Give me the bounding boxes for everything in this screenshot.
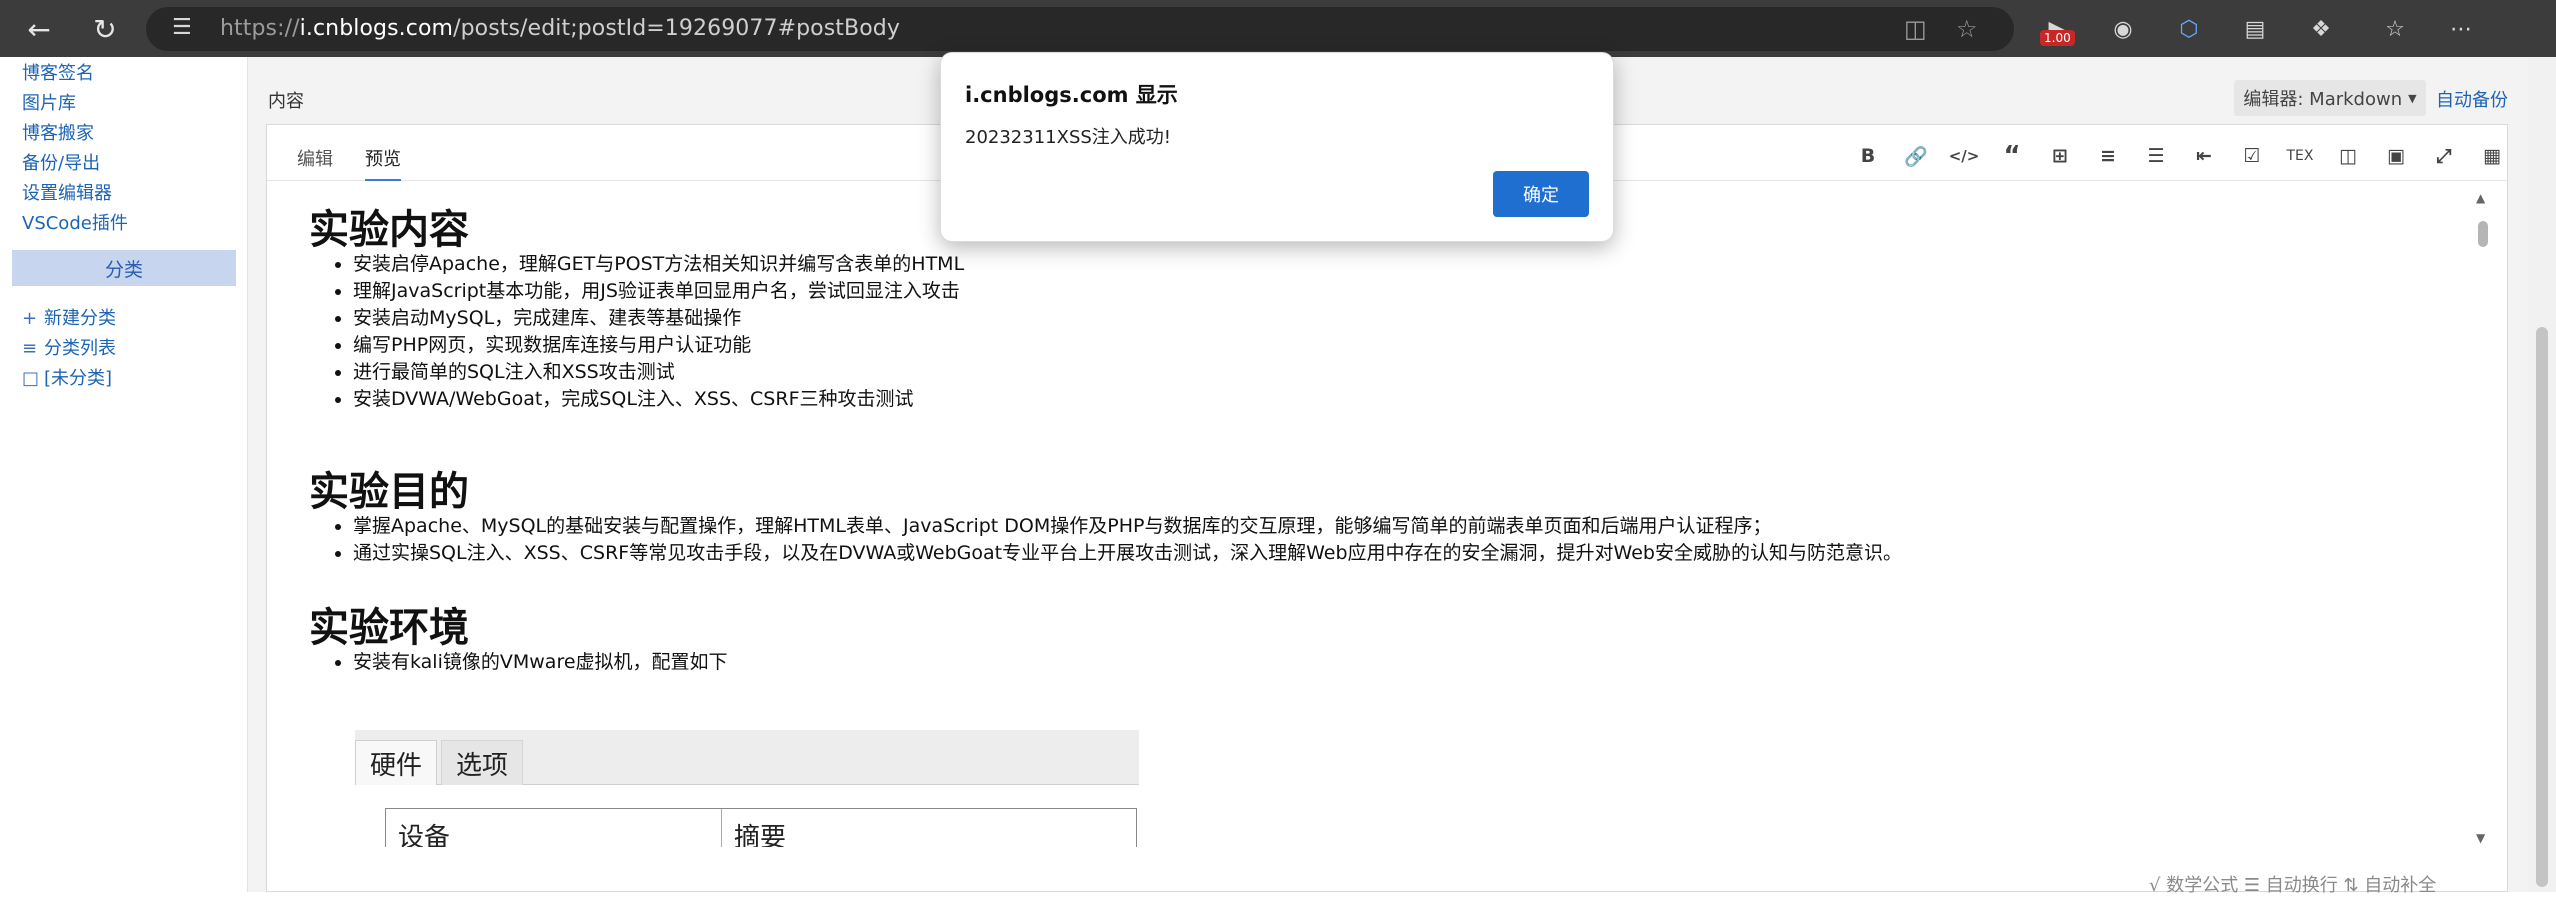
section-heading: 实验环境 — [309, 605, 469, 651]
favorites-icon[interactable]: ☆ — [2378, 12, 2412, 46]
back-arrow-icon[interactable]: ← — [18, 8, 60, 50]
list-item: 安装DVWA/WebGoat，完成SQL注入、XSS、CSRF三种攻击测试 — [353, 386, 964, 413]
extension-hex-icon[interactable]: ⬡ — [2172, 12, 2206, 46]
table-icon[interactable]: ⊞ — [2045, 141, 2075, 171]
sidebar-item-blog-signature[interactable]: 博客签名 — [22, 59, 94, 85]
dialog-title: i.cnblogs.com 显示 — [965, 83, 1178, 107]
uncategorized-link[interactable]: □ [未分类] — [22, 364, 112, 390]
sidebar-item-editor-settings[interactable]: 设置编辑器 — [22, 179, 112, 205]
preview-scroll-thumb[interactable] — [2478, 221, 2488, 247]
bold-icon[interactable]: B — [1853, 141, 1883, 171]
sidebar-item-backup-export[interactable]: 备份/导出 — [22, 149, 100, 175]
outdent-icon[interactable]: ⇤ — [2189, 141, 2219, 171]
category-header: 分类 — [12, 250, 236, 286]
purpose-list: 掌握Apache、MySQL的基础安装与配置操作，理解HTML表单、JavaSc… — [309, 513, 1902, 567]
chevron-down-icon: ▼ — [2408, 91, 2417, 105]
vm-settings-screenshot: 硬件 选项 设备 摘要 — [355, 730, 1139, 847]
editor-footer: √ 数学公式 ☰ 自动换行 ⇅ 自动补全 — [2149, 875, 2437, 896]
list-item: 安装启动MySQL，完成建库、建表等基础操作 — [353, 305, 964, 332]
list-item: 通过实操SQL注入、XSS、CSRF等常见攻击手段，以及在DVWA或WebGoa… — [353, 540, 1902, 567]
column-header-device: 设备 — [398, 823, 451, 847]
fullscreen-icon[interactable]: ⤢ — [2429, 141, 2459, 171]
save-icon[interactable]: ▣ — [2381, 141, 2411, 171]
image-icon[interactable]: ▦ — [2477, 141, 2507, 171]
category-list-link[interactable]: ≡ 分类列表 — [22, 334, 116, 360]
vm-settings-tabs: 硬件 选项 — [355, 730, 1139, 785]
extension-badge: 1.00 — [2040, 30, 2075, 46]
list-item: 安装有kali镜像的VMware虚拟机，配置如下 — [353, 649, 728, 676]
vm-device-table: 设备 摘要 — [385, 808, 1137, 847]
url-text: https://i.cnblogs.com/posts/edit;postId=… — [220, 16, 900, 41]
quote-icon[interactable]: “ — [1997, 141, 2027, 171]
tab-preview[interactable]: 预览 — [365, 145, 401, 181]
address-bar[interactable]: ☰ https://i.cnblogs.com/posts/edit;postI… — [146, 7, 2014, 51]
favorite-star-icon[interactable]: ☆ — [1956, 15, 1978, 43]
bullet-list-icon[interactable]: ≡ — [2093, 141, 2123, 171]
dialog-message: 20232311XSS注入成功! — [965, 127, 1172, 148]
list-item: 编写PHP网页，实现数据库连接与用户认证功能 — [353, 332, 964, 359]
section-heading: 实验内容 — [309, 207, 469, 253]
page-scroll-thumb[interactable] — [2536, 327, 2548, 887]
columns-icon[interactable]: ◫ — [2333, 141, 2363, 171]
list-item: 安装启停Apache，理解GET与POST方法相关知识并编写含表单的HTML — [353, 251, 964, 278]
site-info-icon[interactable]: ☰ — [172, 15, 192, 40]
sidebar-item-vscode-plugin[interactable]: VSCode插件 — [22, 209, 128, 235]
list-item: 理解JavaScript基本功能，用JS验证表单回显用户名，尝试回显注入攻击 — [353, 278, 964, 305]
environment-list: 安装有kali镜像的VMware虚拟机，配置如下 — [309, 649, 728, 676]
extension-owl-icon[interactable]: ◉ — [2106, 12, 2140, 46]
scroll-up-icon[interactable]: ▲ — [2476, 191, 2485, 205]
scroll-down-icon[interactable]: ▼ — [2476, 831, 2485, 845]
extensions-puzzle-icon[interactable]: ❖ — [2304, 12, 2338, 46]
editor-type-dropdown[interactable]: 编辑器: Markdown ▼ — [2234, 80, 2426, 116]
numbered-list-icon[interactable]: ☰ — [2141, 141, 2171, 171]
tab-edit[interactable]: 编辑 — [297, 145, 333, 171]
extension-mask-icon[interactable]: ▤ — [2238, 12, 2272, 46]
section-heading: 实验目的 — [309, 469, 469, 515]
sidebar-item-blog-migration[interactable]: 博客搬家 — [22, 119, 94, 145]
reload-icon[interactable]: ↻ — [84, 8, 126, 50]
page-scrollbar[interactable] — [2528, 57, 2556, 892]
vm-tab-options: 选项 — [441, 740, 524, 785]
link-icon[interactable]: 🔗 — [1901, 141, 1931, 171]
more-menu-icon[interactable]: ⋯ — [2444, 12, 2478, 46]
plus-icon: + — [22, 308, 38, 329]
tex-icon[interactable]: TEX — [2285, 141, 2315, 171]
code-icon[interactable]: </> — [1949, 141, 1980, 171]
content-list: 安装启停Apache，理解GET与POST方法相关知识并编写含表单的HTML 理… — [309, 251, 964, 413]
split-screen-icon[interactable]: ◫ — [1904, 15, 1927, 43]
folder-icon: □ — [22, 368, 40, 389]
column-divider — [721, 809, 722, 847]
list-item: 掌握Apache、MySQL的基础安装与配置操作，理解HTML表单、JavaSc… — [353, 513, 1902, 540]
preview-scrollbar[interactable]: ▲ ▼ — [2473, 191, 2491, 851]
vm-tab-hardware: 硬件 — [355, 740, 438, 785]
ok-button[interactable]: 确定 — [1493, 171, 1589, 217]
list-item: 进行最简单的SQL注入和XSS攻击测试 — [353, 359, 964, 386]
content-label: 内容 — [268, 91, 304, 112]
browser-toolbar: ← ↻ ☰ https://i.cnblogs.com/posts/edit;p… — [0, 0, 2556, 57]
checkbox-icon[interactable]: ☑ — [2237, 141, 2267, 171]
alert-dialog: i.cnblogs.com 显示 20232311XSS注入成功! 确定 — [940, 52, 1614, 242]
column-header-summary: 摘要 — [734, 823, 787, 847]
list-icon: ≡ — [22, 338, 38, 359]
sidebar-item-image-library[interactable]: 图片库 — [22, 89, 76, 115]
auto-backup-link[interactable]: 自动备份 — [2436, 86, 2508, 112]
sidebar: 博客签名 图片库 博客搬家 备份/导出 设置编辑器 VSCode插件 分类 + 新… — [0, 57, 248, 892]
preview-pane: 实验内容 安装启停Apache，理解GET与POST方法相关知识并编写含表单的H… — [309, 197, 2459, 847]
new-category-link[interactable]: + 新建分类 — [22, 304, 116, 330]
